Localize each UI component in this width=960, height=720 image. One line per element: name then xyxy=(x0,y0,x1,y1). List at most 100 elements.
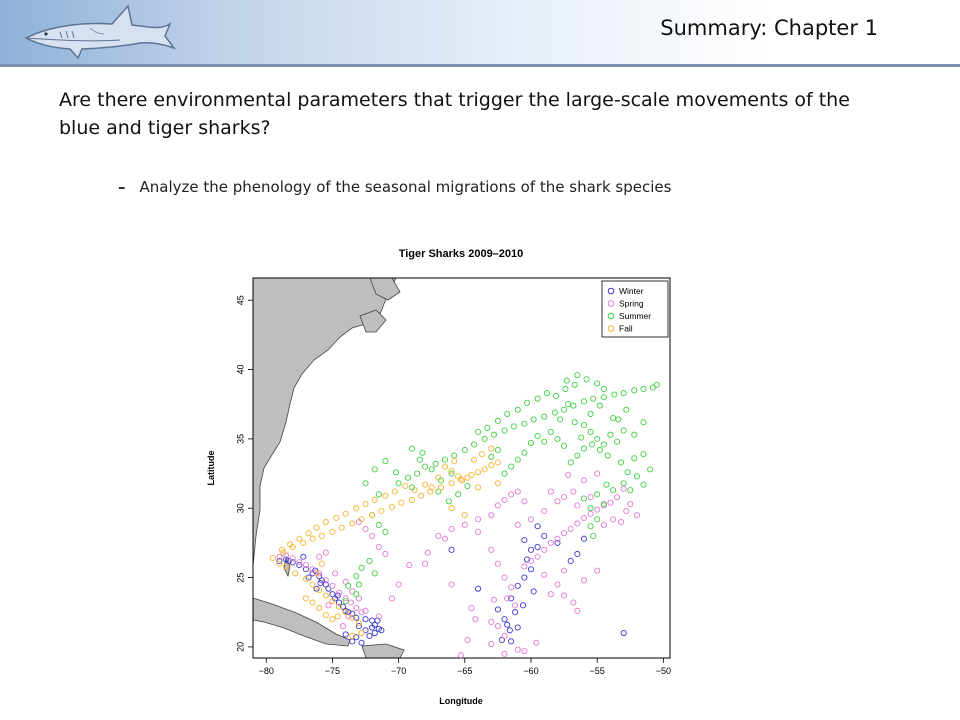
point-spring xyxy=(587,494,594,501)
point-winter xyxy=(342,631,349,638)
point-fall xyxy=(378,507,385,515)
point-spring xyxy=(316,553,323,560)
point-spring xyxy=(424,549,431,556)
point-fall xyxy=(441,463,449,470)
point-fall xyxy=(481,466,488,473)
point-winter xyxy=(514,582,521,589)
point-fall xyxy=(371,496,378,503)
point-summer xyxy=(610,487,617,494)
slide-title: Summary: Chapter 1 xyxy=(660,16,878,40)
point-spring xyxy=(541,546,548,553)
point-spring xyxy=(574,502,581,509)
point-summer xyxy=(395,480,402,487)
point-summer xyxy=(481,435,488,442)
point-summer xyxy=(355,581,362,588)
point-summer xyxy=(464,482,471,490)
point-fall xyxy=(334,613,341,620)
point-summer xyxy=(527,439,535,447)
point-spring xyxy=(623,507,630,515)
point-summer xyxy=(631,387,638,394)
point-spring xyxy=(494,560,501,567)
point-winter xyxy=(371,629,378,637)
point-spring xyxy=(382,550,389,558)
point-spring xyxy=(600,521,607,528)
point-winter xyxy=(494,606,501,613)
point-summer xyxy=(428,466,435,473)
point-summer xyxy=(534,433,541,440)
point-fall xyxy=(322,519,329,526)
point-winter xyxy=(448,546,455,553)
point-spring xyxy=(567,525,574,533)
header-divider xyxy=(0,64,960,67)
cuba-land xyxy=(253,597,351,647)
point-fall xyxy=(488,462,495,469)
point-summer xyxy=(553,392,560,399)
point-winter xyxy=(508,638,515,645)
point-fall xyxy=(296,535,303,542)
point-fall xyxy=(494,459,501,466)
point-summer xyxy=(574,372,581,379)
x-tick-label: −70 xyxy=(391,666,406,676)
land-mass xyxy=(253,278,405,658)
point-fall xyxy=(437,484,445,491)
x-tick-label: −50 xyxy=(656,666,671,676)
point-summer xyxy=(561,442,568,449)
point-spring xyxy=(561,494,568,501)
point-summer xyxy=(557,416,564,423)
point-fall xyxy=(459,477,466,484)
tiger-sharks-map-chart: −80 −75 −70 −65 −60 −55 −50 20 25 30 35 40 45 Tiger… xyxy=(206,248,671,706)
point-winter xyxy=(362,616,369,623)
point-spring xyxy=(325,602,332,609)
point-spring xyxy=(533,639,540,646)
point-winter xyxy=(541,532,548,540)
point-spring xyxy=(574,520,581,527)
point-summer xyxy=(375,521,382,528)
point-fall xyxy=(302,595,310,602)
point-spring xyxy=(388,595,396,602)
point-summer xyxy=(653,381,660,388)
point-fall xyxy=(448,505,455,512)
legend-label-summer: Summer xyxy=(619,311,651,321)
point-summer xyxy=(594,435,601,442)
point-summer xyxy=(574,452,581,459)
point-spring xyxy=(561,567,568,574)
point-summer xyxy=(353,591,360,598)
point-winter xyxy=(300,553,307,560)
point-spring xyxy=(488,546,495,553)
point-summer xyxy=(445,498,452,505)
point-winter xyxy=(366,632,373,639)
point-summer xyxy=(631,431,638,438)
point-fall xyxy=(478,451,486,458)
point-spring xyxy=(322,549,329,556)
bullet-text: Analyze the phenology of the seasonal mi… xyxy=(139,178,672,196)
series-spring xyxy=(276,470,640,659)
point-summer xyxy=(392,469,400,476)
point-summer xyxy=(588,441,595,448)
point-summer xyxy=(488,453,495,460)
point-spring xyxy=(395,581,402,588)
point-spring xyxy=(534,553,541,560)
point-summer xyxy=(647,466,654,473)
point-fall xyxy=(369,512,376,519)
point-fall xyxy=(418,492,425,499)
point-winter xyxy=(574,550,581,558)
bullet-item: – Analyze the phenology of the seasonal m… xyxy=(118,178,671,196)
point-summer xyxy=(562,385,569,392)
point-fall xyxy=(329,528,336,535)
x-tick-label: −80 xyxy=(259,666,274,676)
point-winter xyxy=(534,523,541,530)
point-spring xyxy=(547,539,554,546)
point-summer xyxy=(620,390,627,397)
point-summer xyxy=(514,406,521,413)
point-summer xyxy=(620,480,627,487)
point-winter xyxy=(521,537,528,544)
point-spring xyxy=(406,562,413,569)
point-summer xyxy=(419,449,426,456)
point-summer xyxy=(408,445,415,452)
point-spring xyxy=(435,532,442,540)
point-spring xyxy=(375,544,382,551)
point-summer xyxy=(353,573,360,580)
point-spring xyxy=(541,507,548,515)
point-winter xyxy=(474,585,482,592)
point-fall xyxy=(318,532,325,540)
